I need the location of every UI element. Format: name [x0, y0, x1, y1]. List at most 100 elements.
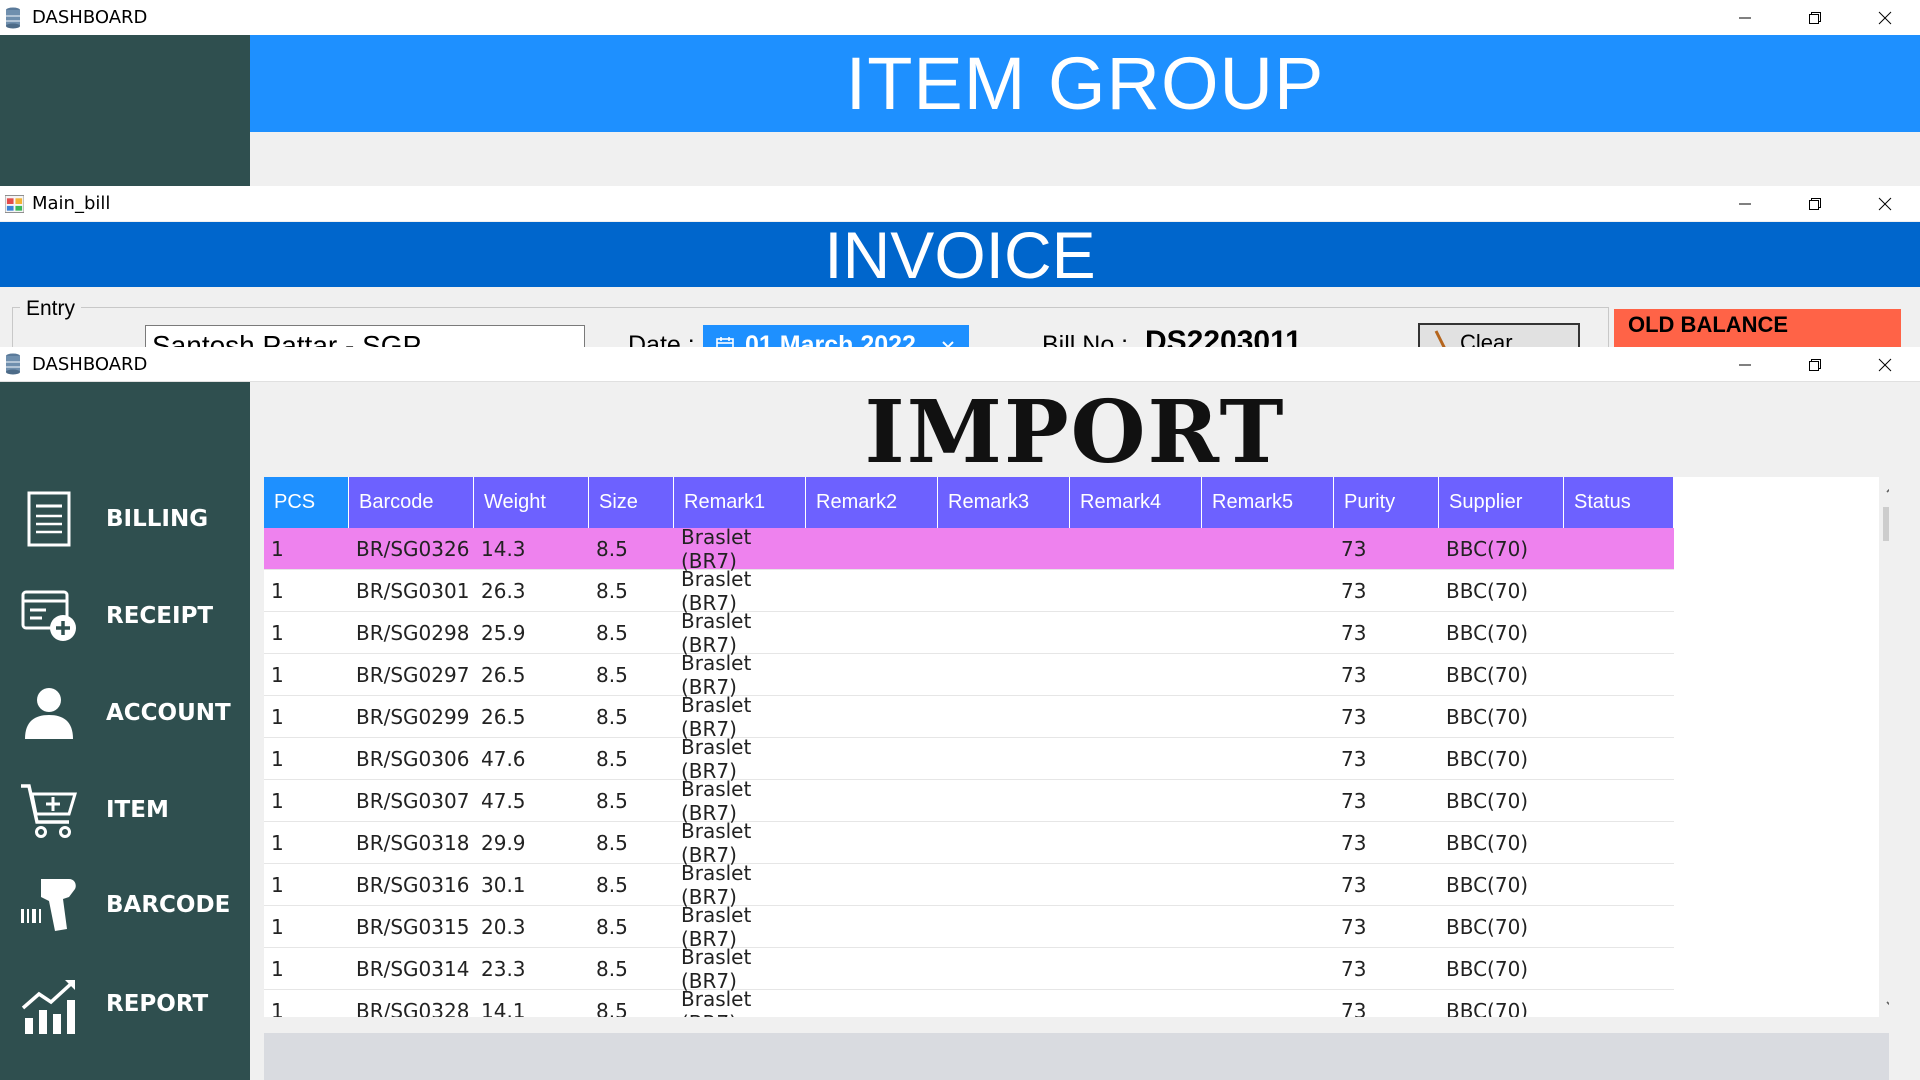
- table-row[interactable]: 1 BR/SG0298 25.9 8.5 Braslet (BR7) 73 BBC(70): [264, 608, 1674, 657]
- minimize-button[interactable]: [1710, 0, 1780, 35]
- close-button[interactable]: [1850, 347, 1920, 382]
- table-cell: [1202, 738, 1334, 779]
- nav-item[interactable]: ITEM: [0, 772, 250, 848]
- column-header[interactable]: PCS: [264, 477, 349, 528]
- minimize-button[interactable]: [1710, 347, 1780, 382]
- column-header[interactable]: Status: [1564, 477, 1674, 528]
- table-cell: 73: [1341, 830, 1367, 855]
- table-cell: 73: [1341, 536, 1367, 561]
- clear-button[interactable]: Clear: [1418, 323, 1580, 348]
- restore-button[interactable]: [1780, 186, 1850, 221]
- table-cell: 8.5: [596, 914, 628, 939]
- table-cell: BR/SG0297: [356, 662, 470, 687]
- column-header[interactable]: Barcode: [349, 477, 474, 528]
- column-header[interactable]: Remark2: [806, 477, 938, 528]
- nav-billing[interactable]: BILLING: [0, 481, 250, 557]
- minimize-button[interactable]: [1710, 186, 1780, 221]
- table-cell: [1564, 696, 1674, 737]
- table-cell: [1564, 528, 1674, 569]
- column-header[interactable]: Supplier: [1439, 477, 1564, 528]
- table-cell: 1: [271, 998, 284, 1018]
- table-cell: 8.5: [596, 536, 628, 561]
- dashboard-sidebar: BILLING RECEIPT ACCOUNT ITEM BARCODE REP…: [0, 382, 250, 1080]
- table-cell: BR/SG0315: [356, 914, 470, 939]
- table-cell: BBC(70): [1446, 998, 1529, 1018]
- nav-label: RECEIPT: [106, 603, 214, 629]
- table-cell: BBC(70): [1446, 788, 1529, 813]
- table-cell: BBC(70): [1446, 620, 1529, 645]
- table-cell: BBC(70): [1446, 704, 1529, 729]
- table-cell: [1070, 654, 1202, 695]
- nav-account[interactable]: ACCOUNT: [0, 675, 250, 751]
- column-header[interactable]: Weight: [474, 477, 589, 528]
- column-header[interactable]: Remark4: [1070, 477, 1202, 528]
- table-cell: 8.5: [596, 872, 628, 897]
- table-cell: [1564, 948, 1674, 989]
- database-icon: [5, 7, 24, 29]
- nav-report[interactable]: REPORT: [0, 966, 250, 1042]
- table-row[interactable]: 1 BR/SG0299 26.5 8.5 Braslet (BR7) 73 BBC(70): [264, 693, 1674, 741]
- column-header[interactable]: Purity: [1334, 477, 1439, 528]
- import-data-grid[interactable]: PCS Barcode Weight Size Remark1 Remark2 Remark…: [264, 477, 1889, 1017]
- customer-field[interactable]: Santosh Pattar - SGP: [145, 325, 585, 348]
- item-group-header: ITEM GROUP: [250, 35, 1920, 132]
- vertical-scrollbar[interactable]: [1879, 477, 1889, 1017]
- table-row[interactable]: 1 BR/SG0301 26.3 8.5 Braslet (BR7) 73 BBC(70): [264, 566, 1674, 615]
- table-cell: BR/SG0306: [356, 746, 470, 771]
- close-button[interactable]: [1850, 186, 1920, 221]
- table-cell: Braslet (BR7): [681, 944, 752, 993]
- table-cell: 14.1: [481, 998, 526, 1018]
- nav-label: BARCODE: [106, 892, 231, 918]
- table-cell: 8.5: [596, 830, 628, 855]
- table-row[interactable]: 1 BR/SG0318 29.9 8.5 Braslet (BR7) 73 BBC(70): [264, 819, 1674, 867]
- table-cell: [1070, 948, 1202, 989]
- table-cell: [938, 822, 1070, 863]
- table-cell: [1070, 990, 1202, 1017]
- table-cell: 8.5: [596, 662, 628, 687]
- table-cell: Braslet (BR7): [681, 608, 752, 657]
- table-cell: Braslet (BR7): [681, 776, 752, 825]
- table-cell: [938, 654, 1070, 695]
- billing-icon: [18, 488, 80, 550]
- table-row[interactable]: 1 BR/SG0328 14.1 8.5 Braslet (BR7) 73 BBC(70): [264, 987, 1674, 1018]
- table-cell: 20.3: [481, 914, 526, 939]
- table-cell: [938, 696, 1070, 737]
- table-row[interactable]: 1 BR/SG0314 23.3 8.5 Braslet (BR7) 73 BBC(70): [264, 944, 1674, 993]
- table-row[interactable]: 1 BR/SG0297 26.5 8.5 Braslet (BR7) 73 BBC(70): [264, 651, 1674, 699]
- scroll-down-arrow-icon[interactable]: [1879, 993, 1889, 1017]
- column-header[interactable]: Remark1: [674, 477, 806, 528]
- column-header[interactable]: Size: [589, 477, 674, 528]
- table-cell: Braslet (BR7): [681, 566, 752, 615]
- table-row[interactable]: 1 BR/SG0306 47.6 8.5 Braslet (BR7) 73 BBC(70): [264, 735, 1674, 783]
- import-titlebar: DASHBOARD: [0, 347, 1920, 382]
- nav-barcode[interactable]: BARCODE: [0, 867, 250, 943]
- footer-panel: [264, 1033, 1889, 1080]
- restore-button[interactable]: [1780, 347, 1850, 382]
- column-header[interactable]: Remark3: [938, 477, 1070, 528]
- table-cell: 8.5: [596, 788, 628, 813]
- table-cell: [1202, 990, 1334, 1017]
- bill-no-label: Bill No :: [1042, 331, 1129, 348]
- table-cell: 30.1: [481, 872, 526, 897]
- table-row[interactable]: 1 BR/SG0315 20.3 8.5 Braslet (BR7) 73 BBC(70): [264, 903, 1674, 951]
- table-cell: [806, 612, 938, 653]
- table-cell: [806, 948, 938, 989]
- scroll-up-arrow-icon[interactable]: [1879, 477, 1889, 501]
- table-cell: 26.3: [481, 578, 526, 603]
- table-row[interactable]: 1 BR/SG0307 47.5 8.5 Braslet (BR7) 73 BBC(70): [264, 776, 1674, 825]
- table-row[interactable]: 1 BR/SG0326 14.3 8.5 Braslet (BR7) 73 BBC(70): [264, 525, 1674, 573]
- table-cell: 1: [271, 662, 284, 687]
- table-cell: 1: [271, 788, 284, 813]
- item-group-sidebar: [0, 35, 250, 186]
- scroll-thumb[interactable]: [1883, 507, 1889, 541]
- column-header[interactable]: Remark5: [1202, 477, 1334, 528]
- table-cell: [938, 948, 1070, 989]
- restore-button[interactable]: [1780, 0, 1850, 35]
- table-cell: BR/SG0326: [356, 536, 470, 561]
- table-cell: 73: [1341, 704, 1367, 729]
- nav-receipt[interactable]: RECEIPT: [0, 578, 250, 654]
- table-cell: 25.9: [481, 620, 526, 645]
- table-row[interactable]: 1 BR/SG0316 30.1 8.5 Braslet (BR7) 73 BBC(70): [264, 861, 1674, 909]
- close-button[interactable]: [1850, 0, 1920, 35]
- date-picker[interactable]: 01 March 2022: [703, 325, 969, 348]
